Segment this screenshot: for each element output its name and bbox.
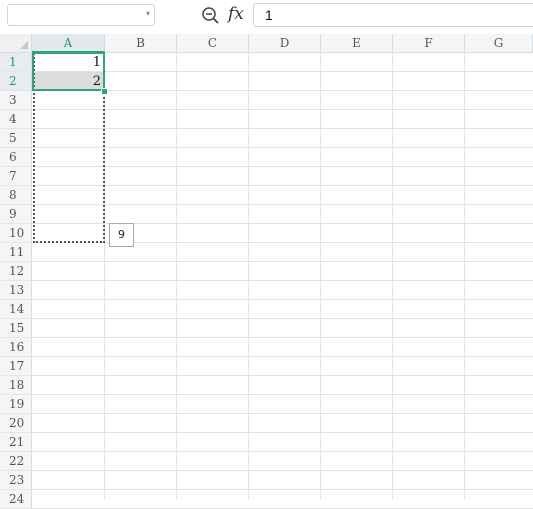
- column-header-a[interactable]: A: [32, 34, 105, 53]
- column-gridline: [248, 53, 249, 500]
- fill-value-tooltip: 9: [109, 223, 134, 247]
- row-header-18[interactable]: 18: [0, 376, 32, 395]
- row-header-16[interactable]: 16: [0, 338, 32, 357]
- column-header-g[interactable]: G: [465, 34, 533, 53]
- row-gridline: [32, 261, 533, 262]
- name-box[interactable]: ▾: [7, 4, 155, 26]
- row-gridline: [32, 109, 533, 110]
- row-header-2[interactable]: 2: [0, 72, 32, 91]
- row-header-15[interactable]: 15: [0, 319, 32, 338]
- row-gridline: [32, 280, 533, 281]
- row-header-7[interactable]: 7: [0, 167, 32, 186]
- row-gridline: [32, 413, 533, 414]
- row-gridline: [32, 299, 533, 300]
- row-gridline: [32, 147, 533, 148]
- row-header-14[interactable]: 14: [0, 300, 32, 319]
- row-gridline: [32, 432, 533, 433]
- column-gridline: [392, 53, 393, 500]
- row-gridline: [32, 204, 533, 205]
- row-gridline: [32, 166, 533, 167]
- row-gridline: [32, 394, 533, 395]
- row-header-22[interactable]: 22: [0, 452, 32, 471]
- corner-triangle-icon: [20, 41, 28, 49]
- row-header-23[interactable]: 23: [0, 471, 32, 490]
- row-header-1[interactable]: 1: [0, 53, 32, 72]
- row-header-21[interactable]: 21: [0, 433, 32, 452]
- row-gridline: [32, 223, 533, 224]
- row-header-9[interactable]: 9: [0, 205, 32, 224]
- row-gridline: [32, 375, 533, 376]
- column-gridline: [320, 53, 321, 500]
- row-header-5[interactable]: 5: [0, 129, 32, 148]
- column-gridline: [464, 53, 465, 500]
- formula-bar: ▾ fx 1: [0, 0, 533, 33]
- column-header-b[interactable]: B: [105, 34, 177, 53]
- spreadsheet-grid[interactable]: A B C D E F G 1 2 3 4 5 6 7 8 9 10 11 12 13 14 15 16 17 1…: [0, 34, 533, 509]
- column-gridline: [176, 53, 177, 500]
- fill-handle[interactable]: [101, 88, 108, 95]
- row-header-3[interactable]: 3: [0, 91, 32, 110]
- column-header-e[interactable]: E: [321, 34, 393, 53]
- row-gridline: [32, 185, 533, 186]
- row-gridline: [32, 128, 533, 129]
- column-header-c[interactable]: C: [177, 34, 249, 53]
- row-header-4[interactable]: 4: [0, 110, 32, 129]
- row-gridline: [32, 489, 533, 490]
- row-header-8[interactable]: 8: [0, 186, 32, 205]
- row-header-19[interactable]: 19: [0, 395, 32, 414]
- row-header-11[interactable]: 11: [0, 243, 32, 262]
- row-header-6[interactable]: 6: [0, 148, 32, 167]
- row-gridline: [32, 337, 533, 338]
- fill-range-extension: [33, 89, 105, 243]
- row-gridline: [32, 242, 533, 243]
- row-header-12[interactable]: 12: [0, 262, 32, 281]
- row-gridline: [32, 451, 533, 452]
- row-gridline: [32, 71, 533, 72]
- formula-input[interactable]: 1: [253, 3, 533, 27]
- zoom-icon[interactable]: [201, 6, 221, 26]
- row-gridline: [32, 470, 533, 471]
- function-icon[interactable]: fx: [228, 4, 244, 24]
- cell-selection: [32, 52, 105, 91]
- chevron-down-icon[interactable]: ▾: [146, 9, 150, 18]
- row-gridline: [32, 318, 533, 319]
- column-header-d[interactable]: D: [249, 34, 321, 53]
- row-header-10[interactable]: 10: [0, 224, 32, 243]
- column-header-f[interactable]: F: [393, 34, 465, 53]
- row-gridline: [32, 356, 533, 357]
- row-header-20[interactable]: 20: [0, 414, 32, 433]
- select-all-corner[interactable]: [0, 34, 32, 53]
- row-header-17[interactable]: 17: [0, 357, 32, 376]
- row-header-13[interactable]: 13: [0, 281, 32, 300]
